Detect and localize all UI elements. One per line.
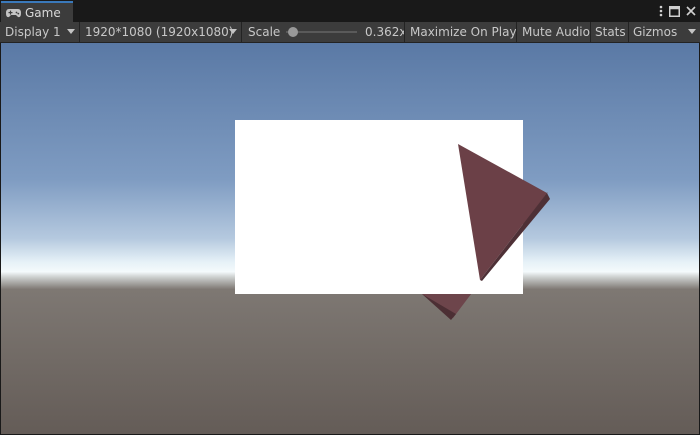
- resolution-dropdown[interactable]: 1920*1080 (1920x1080): [80, 22, 242, 42]
- chevron-down-icon: [67, 29, 75, 34]
- maximize-icon[interactable]: [669, 5, 680, 17]
- chevron-down-icon: [229, 29, 237, 34]
- gizmos-label: Gizmos: [633, 25, 678, 39]
- close-icon[interactable]: [686, 6, 696, 16]
- maximize-on-play-toggle[interactable]: Maximize On Play: [405, 22, 517, 42]
- gizmos-dropdown[interactable]: Gizmos: [629, 22, 700, 42]
- mute-audio-toggle[interactable]: Mute Audio: [517, 22, 591, 42]
- game-render: [1, 43, 699, 434]
- scale-label: Scale: [248, 25, 281, 39]
- scale-control: Scale 0.362x: [242, 22, 405, 42]
- resolution-label: 1920*1080 (1920x1080): [85, 25, 234, 39]
- display-label: Display 1: [5, 25, 61, 39]
- scale-slider-handle[interactable]: [287, 27, 298, 37]
- display-dropdown[interactable]: Display 1: [0, 22, 80, 42]
- maximize-on-play-label: Maximize On Play: [410, 25, 517, 39]
- stats-toggle[interactable]: Stats: [591, 22, 629, 42]
- gamepad-icon: [6, 8, 21, 17]
- tab-label: Game: [25, 5, 61, 20]
- stats-label: Stats: [595, 25, 626, 39]
- scale-value: 0.362x: [365, 25, 405, 39]
- more-options-icon[interactable]: [659, 5, 663, 17]
- game-toolbar: Display 1 1920*1080 (1920x1080) Scale 0.…: [0, 22, 700, 43]
- window-buttons: [659, 3, 696, 19]
- tab-bar: Game: [0, 0, 700, 22]
- tab-game[interactable]: Game: [1, 1, 73, 22]
- game-viewport[interactable]: [1, 43, 699, 434]
- mute-audio-label: Mute Audio: [522, 25, 590, 39]
- chevron-down-icon: [688, 29, 696, 34]
